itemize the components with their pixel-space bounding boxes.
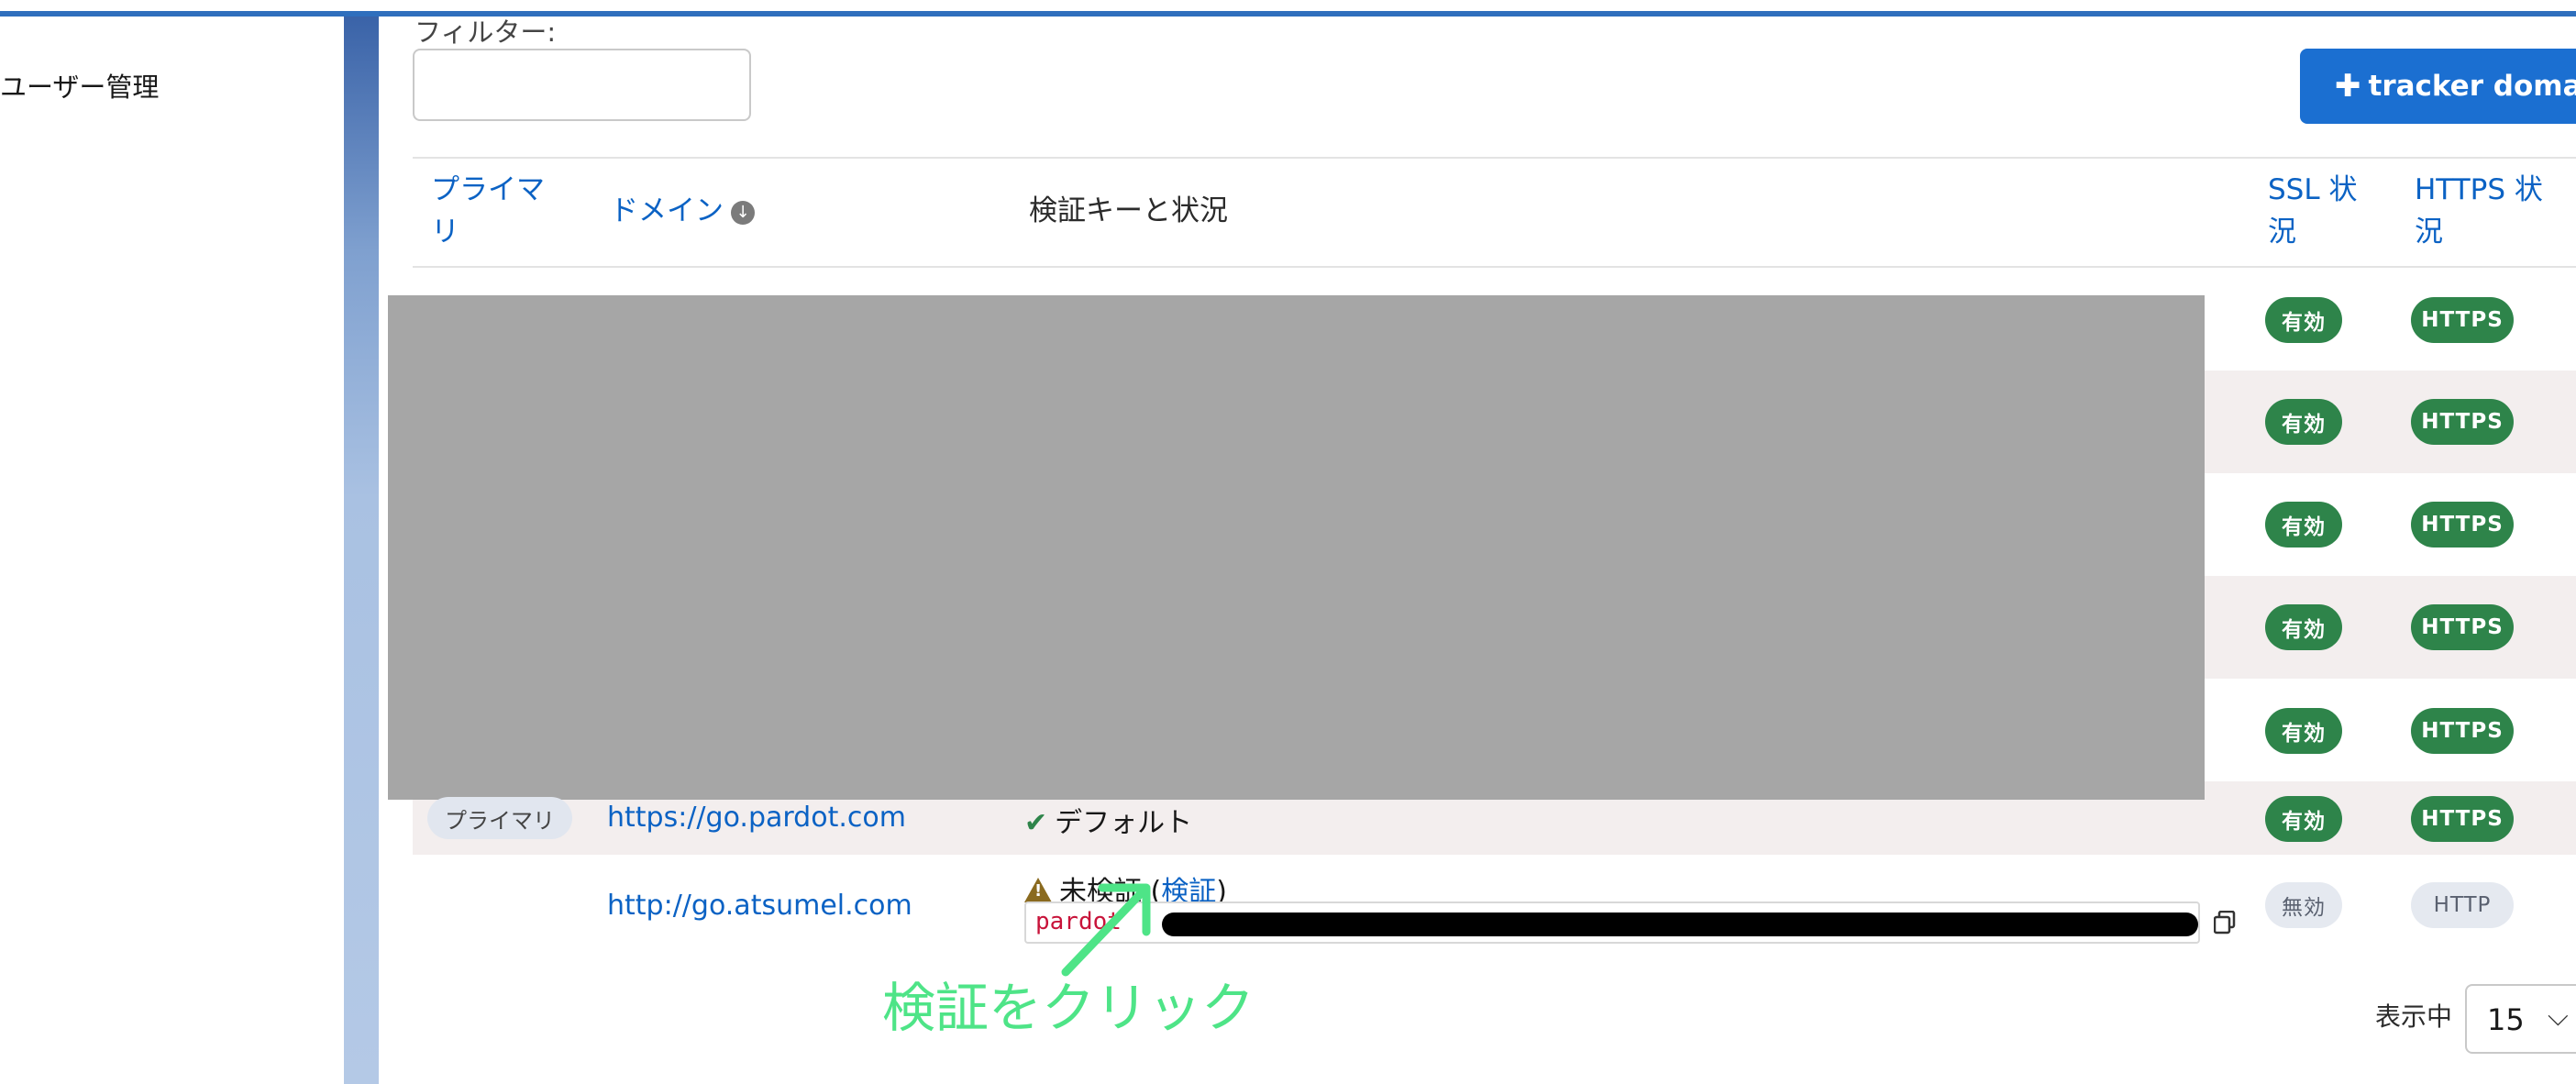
annotation-text: 検証をクリック — [882, 977, 1255, 1039]
copy-icon[interactable] — [2214, 911, 2236, 935]
ssl-status-badge: 有効 — [2265, 604, 2342, 650]
domain-link-unverified[interactable]: http://go.atsumel.com — [607, 890, 912, 922]
filter-input[interactable] — [413, 49, 751, 121]
page-size-value: 15 — [2487, 1002, 2525, 1037]
add-tracker-domain-label: tracker domain — [2368, 70, 2576, 103]
https-status-badge: HTTP — [2411, 882, 2514, 928]
ssl-status-badge: 有効 — [2265, 708, 2342, 754]
top-accent-bar — [0, 11, 2576, 17]
ssl-status-badge: 有効 — [2265, 297, 2342, 343]
column-header-domain[interactable]: ドメイン ↓ — [610, 190, 755, 232]
chevron-down-icon: ⌵ — [2548, 1001, 2569, 1033]
https-status-badge: HTTPS — [2411, 399, 2514, 445]
page-size-select[interactable]: 15 ⌵ — [2465, 984, 2576, 1054]
https-status-badge: HTTPS — [2411, 297, 2514, 343]
https-status-badge: HTTPS — [2411, 502, 2514, 548]
primary-badge: プライマリ — [427, 797, 572, 839]
ssl-status-badge: 有効 — [2265, 796, 2342, 842]
table-top-border — [413, 157, 2576, 159]
domain-link-default[interactable]: https://go.pardot.com — [607, 802, 906, 834]
add-tracker-domain-button[interactable]: ✚ tracker domain — [2300, 49, 2576, 124]
ssl-status-badge: 有効 — [2265, 399, 2342, 445]
key-redaction-scribble — [1162, 913, 2198, 936]
filter-label: フィルター: — [415, 17, 557, 48]
sidebar-item-user-management[interactable]: ユーザー管理 — [0, 66, 159, 105]
column-header-ssl[interactable]: SSL 状況 — [2268, 169, 2369, 253]
default-status-label: デフォルト — [1055, 807, 1193, 839]
column-header-primary[interactable]: プライマリ — [431, 169, 559, 253]
sort-down-icon[interactable]: ↓ — [731, 200, 755, 225]
plus-icon: ✚ — [2335, 68, 2361, 105]
ssl-status-badge: 無効 — [2265, 882, 2342, 928]
https-status-badge: HTTPS — [2411, 604, 2514, 650]
page-size-label: 表示中 — [2375, 1001, 2453, 1032]
default-status: ✔ デフォルト — [1024, 800, 1192, 840]
verification-key-field[interactable]: pardot — [1024, 901, 2200, 944]
https-status-badge: HTTPS — [2411, 796, 2514, 842]
column-header-verification: 検証キーと状況 — [1029, 194, 1228, 227]
redaction-overlay — [388, 295, 2205, 800]
column-header-domain-label: ドメイン — [610, 194, 724, 227]
ssl-status-badge: 有効 — [2265, 502, 2342, 548]
check-icon: ✔ — [1024, 807, 1048, 839]
https-status-badge: HTTPS — [2411, 708, 2514, 754]
decorative-strip — [344, 17, 379, 1084]
column-header-https[interactable]: HTTPS 状況 — [2415, 169, 2552, 253]
